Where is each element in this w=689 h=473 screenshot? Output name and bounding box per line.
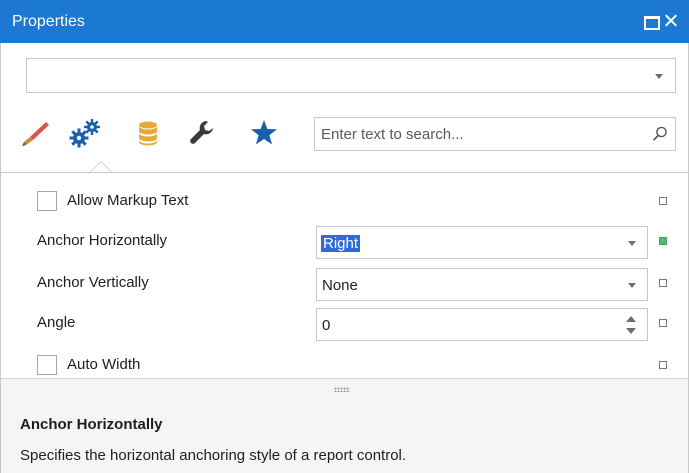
grid-separator [1, 172, 688, 173]
star-icon [246, 116, 282, 150]
property-row-anchor-vertically: Anchor Vertically None [1, 263, 688, 303]
angle-spin-editor[interactable]: 0 [316, 308, 648, 341]
tab-data[interactable] [130, 116, 166, 150]
angle-value: 0 [322, 317, 331, 334]
property-row-allow-markup-text: Allow Markup Text [1, 181, 688, 221]
anchor-vertically-dropdown[interactable]: None [316, 268, 648, 301]
spin-up-icon[interactable] [626, 316, 636, 322]
allow-markup-text-checkbox[interactable] [37, 191, 57, 211]
wrench-icon [184, 116, 220, 150]
anchor-vertically-value: None [322, 277, 358, 294]
property-search [314, 117, 676, 151]
anchor-horizontally-value: Right [321, 235, 361, 252]
maximize-button[interactable] [640, 10, 662, 32]
search-input[interactable] [315, 118, 641, 150]
spin-down-icon[interactable] [626, 328, 636, 334]
property-label: Angle [37, 314, 76, 331]
property-row-angle: Angle 0 [1, 303, 688, 343]
property-marker[interactable] [659, 361, 667, 369]
search-icon[interactable] [651, 125, 669, 143]
description-splitter[interactable] [1, 378, 688, 400]
property-marker[interactable] [659, 279, 667, 287]
chevron-down-icon [628, 283, 636, 288]
close-button[interactable] [660, 10, 682, 32]
property-row-anchor-horizontally: Anchor Horizontally Right [1, 221, 688, 261]
tab-layout[interactable] [184, 116, 220, 150]
gears-icon [66, 116, 102, 150]
title-bar: Properties [0, 0, 689, 43]
window-title: Properties [12, 13, 85, 30]
property-label: Anchor Horizontally [37, 232, 168, 249]
component-selector[interactable] [26, 58, 676, 93]
grip-icon [334, 387, 350, 392]
chevron-down-icon [628, 241, 636, 246]
property-marker[interactable] [659, 319, 667, 327]
database-icon [130, 116, 166, 150]
anchor-horizontally-dropdown[interactable]: Right [316, 226, 648, 259]
chevron-down-icon [655, 74, 663, 79]
description-panel: Anchor Horizontally Specifies the horizo… [1, 400, 688, 473]
property-label: Auto Width [67, 356, 141, 373]
tab-behavior[interactable] [66, 116, 102, 150]
property-marker-modified[interactable] [659, 237, 667, 245]
tab-favorites[interactable] [246, 116, 282, 150]
description-text: Specifies the horizontal anchoring style… [20, 447, 407, 464]
tab-appearance[interactable] [16, 116, 52, 150]
property-label: Anchor Vertically [37, 274, 149, 291]
auto-width-checkbox[interactable] [37, 355, 57, 375]
description-title: Anchor Horizontally [20, 416, 163, 433]
brush-icon [16, 116, 52, 150]
property-marker[interactable] [659, 197, 667, 205]
property-label: Allow Markup Text [67, 192, 189, 209]
